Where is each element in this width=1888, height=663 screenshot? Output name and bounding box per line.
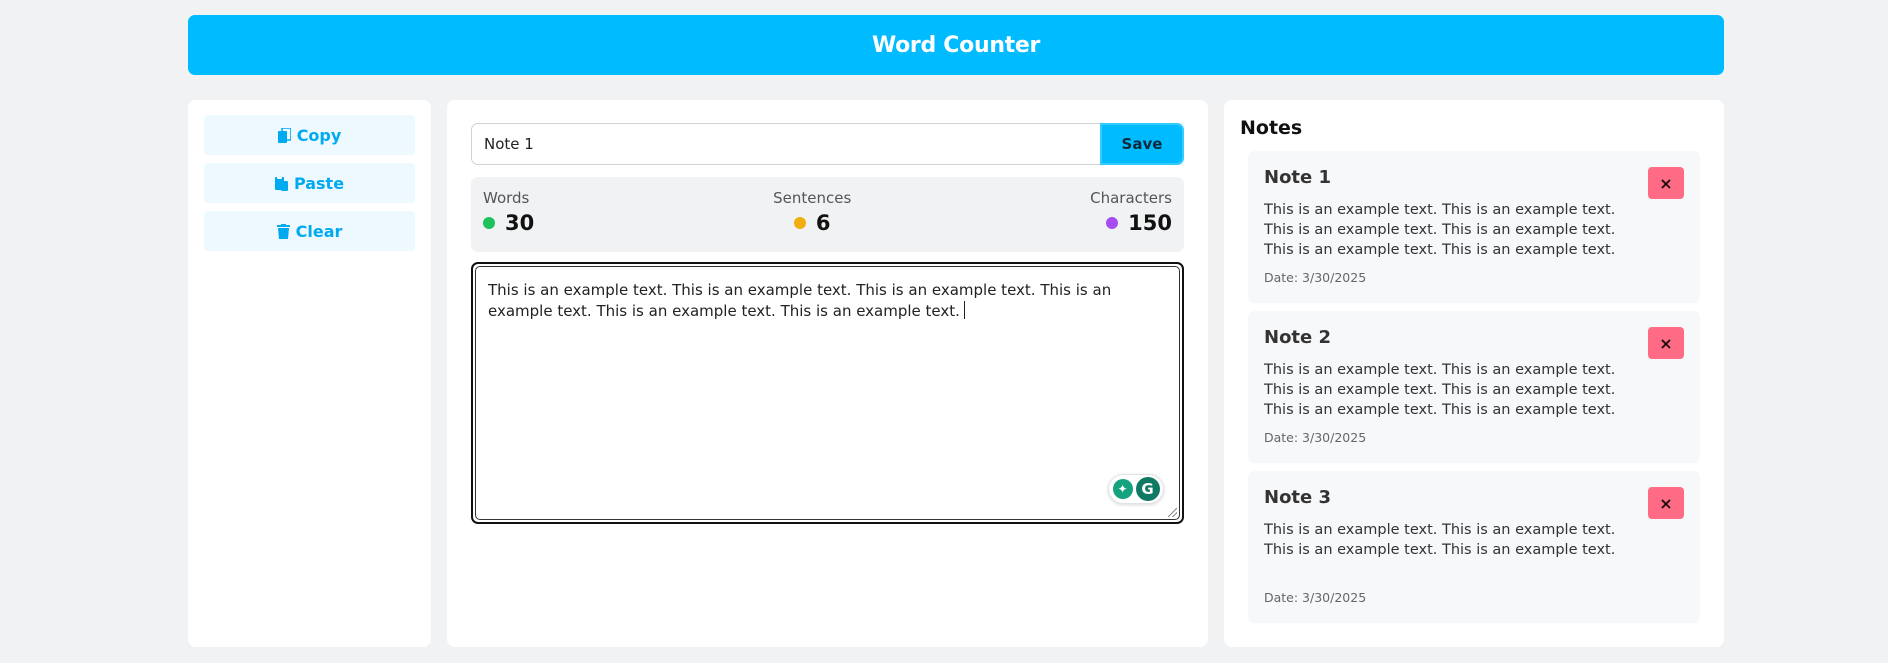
delete-note-button[interactable]: ×: [1648, 167, 1684, 199]
note-title: Note 1: [1264, 167, 1332, 188]
copy-icon: [277, 127, 291, 143]
note-name-input[interactable]: [471, 123, 1100, 165]
editor-text: This is an example text. This is an exam…: [488, 281, 1112, 320]
stat-characters-label: Characters: [1090, 189, 1172, 207]
paste-button[interactable]: Paste: [204, 163, 415, 203]
note-card[interactable]: Note 1 This is an example text. This is …: [1248, 151, 1700, 303]
stats-bar: Words 30 Sentences 6 Characters 150: [471, 177, 1184, 252]
delete-note-button[interactable]: ×: [1648, 327, 1684, 359]
note-date: Date: 3/30/2025: [1264, 430, 1367, 445]
note-preview: This is an example text. This is an exam…: [1264, 202, 1616, 258]
clear-label: Clear: [295, 221, 343, 241]
note-title: Note 3: [1264, 487, 1332, 508]
editor-panel: Save Words 30 Sentences 6 Characters 150: [447, 100, 1208, 647]
stat-sentences-label: Sentences: [773, 189, 852, 207]
note-title: Note 2: [1264, 327, 1332, 348]
text-editor-frame: This is an example text. This is an exam…: [471, 262, 1184, 524]
text-caret: [963, 301, 965, 319]
note-name-row: Save: [471, 123, 1184, 165]
stat-characters: Characters 150: [1090, 189, 1172, 252]
copy-button[interactable]: Copy: [204, 115, 415, 155]
app-title: Word Counter: [871, 32, 1041, 58]
trash-icon: [276, 223, 290, 239]
note-card[interactable]: Note 3 This is an example text. This is …: [1248, 471, 1700, 623]
note-preview: This is an example text. This is an exam…: [1264, 362, 1616, 418]
words-dot: [483, 217, 495, 229]
delete-note-button[interactable]: ×: [1648, 487, 1684, 519]
text-editor[interactable]: This is an example text. This is an exam…: [475, 266, 1180, 520]
characters-dot: [1106, 217, 1119, 229]
note-preview: This is an example text. This is an exam…: [1264, 522, 1616, 558]
stat-words: Words 30: [483, 189, 534, 252]
stat-sentences-value: 6: [815, 211, 831, 235]
grammar-assistant-badge[interactable]: ✦ G: [1108, 474, 1164, 504]
stat-words-label: Words: [483, 189, 530, 207]
stat-sentences: Sentences 6: [773, 189, 851, 252]
note-date: Date: 3/30/2025: [1264, 270, 1367, 285]
clear-button[interactable]: Clear: [204, 211, 415, 251]
note-date: Date: 3/30/2025: [1264, 590, 1367, 605]
stat-words-value: 30: [505, 211, 535, 235]
notes-panel: Notes Note 1 This is an example text. Th…: [1224, 100, 1724, 647]
save-button[interactable]: Save: [1100, 123, 1184, 165]
paste-label: Paste: [293, 173, 345, 193]
notes-title: Notes: [1240, 117, 1303, 139]
lightbulb-icon[interactable]: ✦: [1112, 479, 1133, 499]
stat-characters-value: 150: [1128, 211, 1172, 235]
grammarly-icon[interactable]: G: [1135, 477, 1160, 501]
copy-label: Copy: [296, 125, 342, 145]
sidebar: Copy Paste Clear: [188, 100, 431, 647]
resize-handle[interactable]: [1168, 508, 1177, 517]
note-card[interactable]: Note 2 This is an example text. This is …: [1248, 311, 1700, 463]
app-header: Word Counter: [188, 15, 1724, 75]
sentences-dot: [793, 217, 806, 229]
paste-icon: [274, 175, 288, 191]
